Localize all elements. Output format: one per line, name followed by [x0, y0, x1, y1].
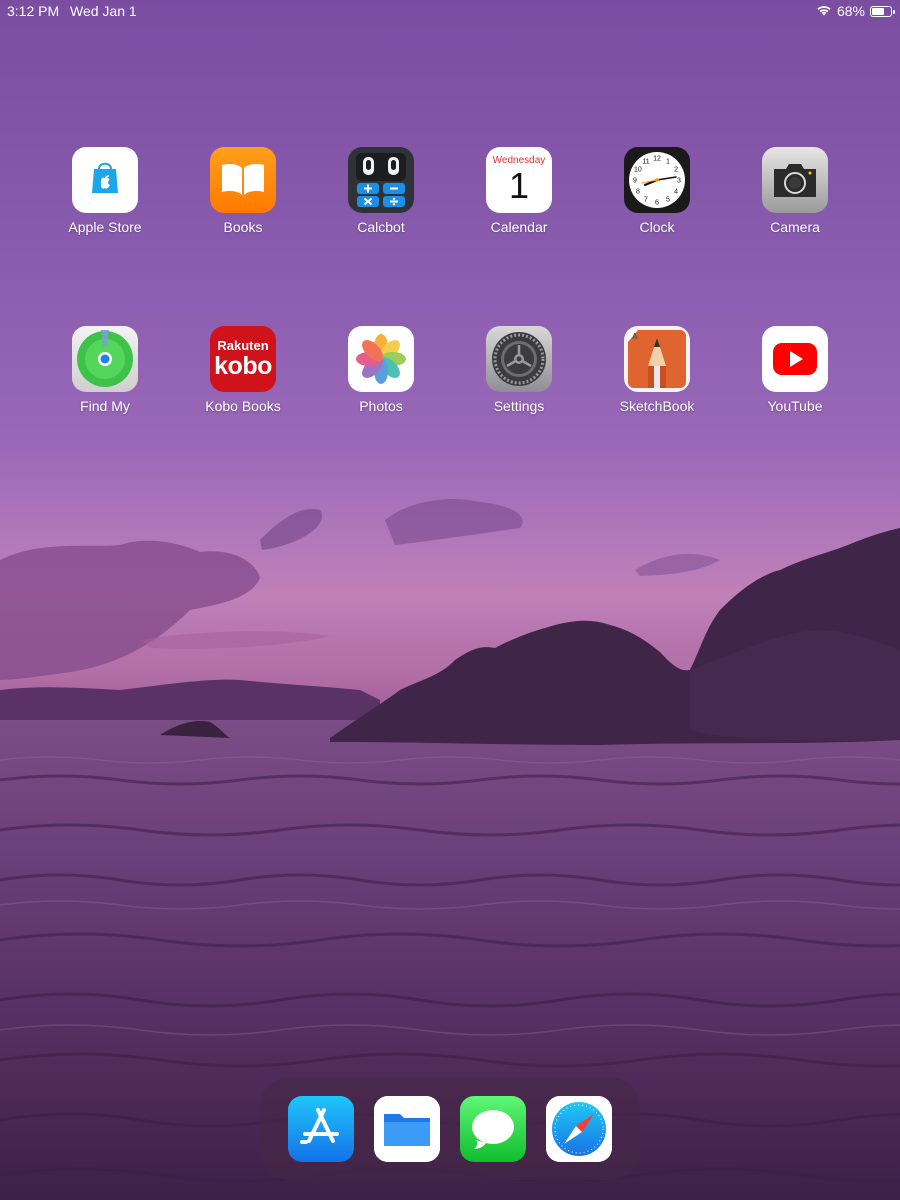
app-sketchbook[interactable]: A SketchBook	[597, 326, 717, 414]
clock-numeral: 1	[666, 158, 670, 165]
clock-numeral: 6	[655, 200, 659, 207]
battery-level	[872, 7, 884, 15]
svg-text:A: A	[632, 332, 638, 341]
kobo-icon[interactable]: Rakuten kobo	[210, 326, 276, 392]
calendar-date: 1	[508, 165, 530, 206]
app-kobo-books[interactable]: Rakuten kobo Kobo Books	[183, 326, 303, 414]
app-label: Calendar	[490, 219, 548, 235]
clock-numeral: 2	[674, 167, 678, 174]
settings-gear-icon[interactable]	[486, 326, 552, 392]
app-label: YouTube	[767, 398, 823, 414]
kobo-logo-top: Rakuten	[217, 338, 269, 353]
battery-icon	[870, 5, 895, 17]
app-label: Books	[223, 219, 263, 235]
app-photos[interactable]: Photos	[321, 326, 441, 414]
app-youtube[interactable]: YouTube	[735, 326, 855, 414]
calcbot-icon[interactable]	[348, 147, 414, 213]
clock-numeral: 11	[642, 158, 649, 165]
wifi-icon	[816, 3, 832, 19]
apple-store-icon[interactable]	[72, 147, 138, 213]
clock-icon[interactable]: 12 1 2 3 4 5 6 7 8 9 10 11	[624, 147, 690, 213]
status-indicators: 68%	[816, 3, 895, 19]
app-label: Clock	[639, 219, 675, 235]
app-camera[interactable]: Camera	[735, 147, 855, 235]
battery-percent: 68%	[836, 3, 865, 19]
files-folder-icon[interactable]	[374, 1096, 440, 1162]
status-bar: 3:12 PM Wed Jan 1 68%	[0, 0, 900, 24]
kobo-logo-bottom: kobo	[214, 352, 272, 380]
clock-numeral: 7	[644, 197, 648, 204]
app-books[interactable]: Books	[183, 147, 303, 235]
app-apple-store[interactable]: Apple Store	[45, 147, 165, 235]
app-label: Kobo Books	[205, 398, 281, 414]
safari-compass-icon[interactable]	[546, 1096, 612, 1162]
clock-numeral: 9	[633, 178, 637, 185]
app-store-icon[interactable]	[288, 1096, 354, 1162]
app-label: Photos	[359, 398, 403, 414]
app-label: Calcbot	[357, 219, 405, 235]
app-calcbot[interactable]: Calcbot	[321, 147, 441, 235]
clock-numeral: 5	[666, 197, 670, 204]
books-icon[interactable]	[210, 147, 276, 213]
app-find-my[interactable]: Find My	[45, 326, 165, 414]
dock	[260, 1078, 640, 1180]
status-date: Wed Jan 1	[70, 3, 137, 19]
app-label: SketchBook	[619, 398, 695, 414]
messages-bubble-icon[interactable]	[460, 1096, 526, 1162]
clock-numeral: 4	[674, 189, 678, 196]
app-label: Settings	[493, 398, 545, 414]
status-time: 3:12 PM	[7, 3, 60, 19]
calendar-icon[interactable]: Wednesday 1	[486, 147, 552, 213]
clock-numeral: 12	[653, 156, 661, 163]
clock-numeral: 3	[677, 178, 681, 185]
sketchbook-pencil-icon[interactable]: A	[624, 326, 690, 392]
clock-numeral: 8	[636, 189, 640, 196]
app-settings[interactable]: Settings	[459, 326, 579, 414]
app-label: Camera	[770, 219, 820, 235]
app-calendar[interactable]: Wednesday 1 Calendar	[459, 147, 579, 235]
app-clock[interactable]: 12 1 2 3 4 5 6 7 8 9 10 11 Clock	[597, 147, 717, 235]
camera-icon[interactable]	[762, 147, 828, 213]
clock-numeral: 10	[634, 167, 642, 174]
find-my-icon[interactable]	[72, 326, 138, 392]
youtube-play-icon[interactable]	[762, 326, 828, 392]
app-label: Find My	[80, 398, 130, 414]
photos-icon[interactable]	[348, 326, 414, 392]
app-label: Apple Store	[68, 219, 142, 235]
